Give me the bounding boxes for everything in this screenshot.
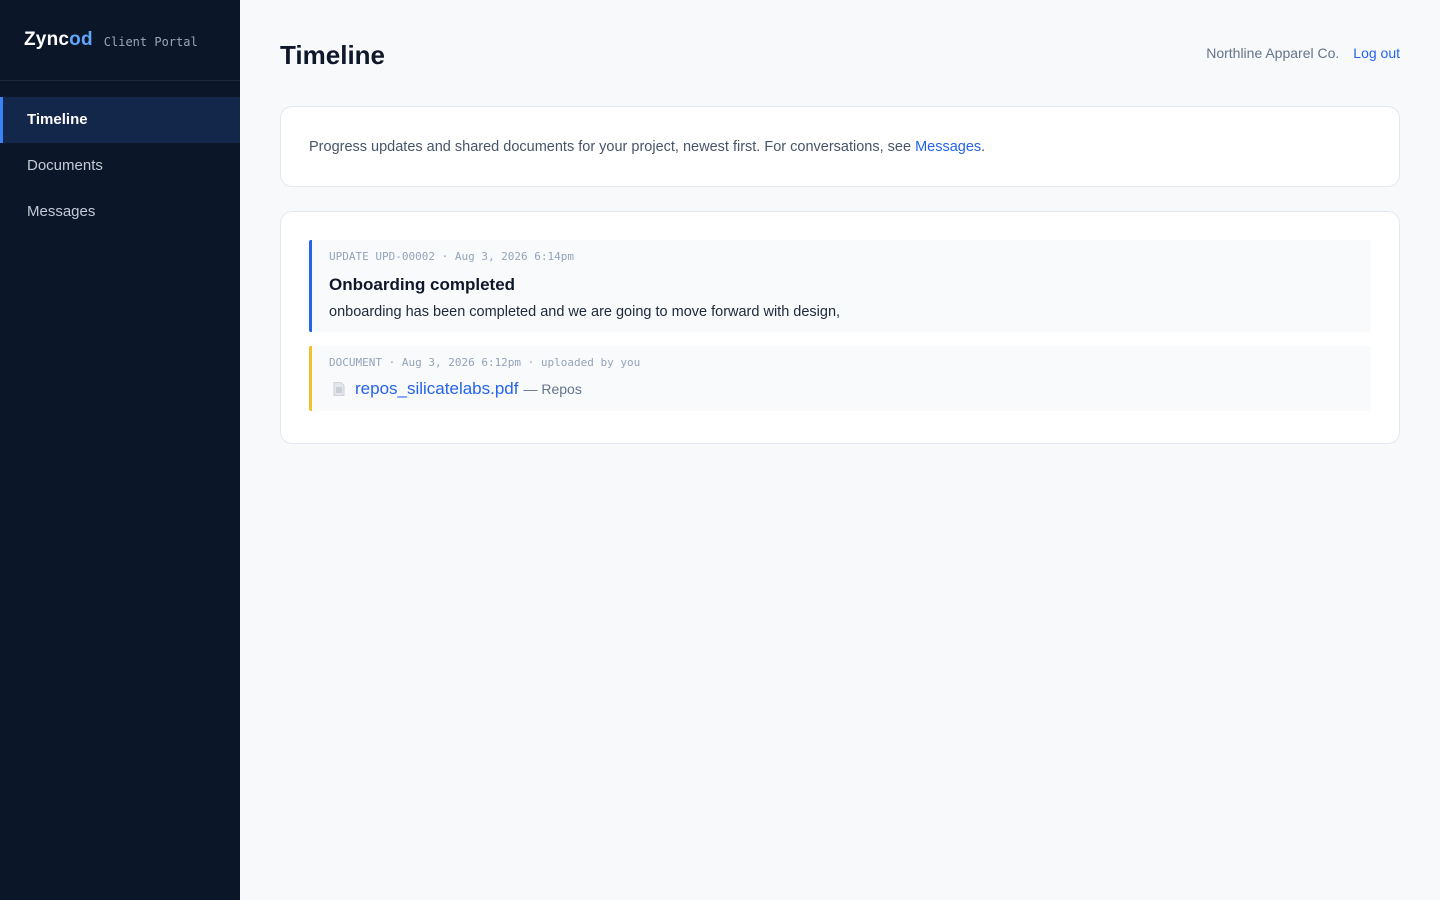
entry-meta: UPDATE UPD-00002 · Aug 3, 2026 6:14pm [329, 250, 575, 263]
page-title: Timeline [280, 40, 386, 70]
document-link[interactable]: repos_silicatelabs.pdf [355, 379, 518, 399]
sidebar-item-timeline[interactable]: Timeline [0, 97, 240, 143]
timeline-entry-update: UPDATE UPD-00002 · Aug 3, 2026 6:14pm On… [309, 240, 1371, 332]
sidebar-item-documents[interactable]: Documents [0, 143, 240, 189]
entry-body: onboarding has been completed and we are… [329, 304, 841, 320]
main-content: Timeline Northline Apparel Co. Log out P… [240, 0, 1440, 900]
document-folder: — Repos [523, 381, 582, 397]
timeline-entry-document: DOCUMENT · Aug 3, 2026 6:12pm · uploaded… [309, 346, 1371, 411]
intro-sentence: Progress updates and shared documents fo… [309, 138, 916, 155]
intro-suffix: . [981, 138, 986, 155]
sidebar-item-messages[interactable]: Messages [0, 189, 240, 235]
entry-title: Onboarding completed [329, 275, 516, 294]
brand-subtitle: Client Portal [103, 35, 198, 49]
brand: Zyncod Client Portal [0, 0, 240, 81]
intro-card: Progress updates and shared documents fo… [280, 106, 1400, 187]
brand-name-main: Zync [24, 29, 70, 50]
intro-text: Progress updates and shared documents fo… [309, 139, 985, 155]
logout-link[interactable]: Log out [1353, 45, 1400, 61]
sidebar-nav: Timeline Documents Messages [0, 97, 240, 235]
header-account: Northline Apparel Co. Log out [1206, 45, 1400, 61]
sidebar: Zyncod Client Portal Timeline Documents … [0, 0, 240, 900]
document-line: repos_silicatelabs.pdf — Repos [329, 379, 1353, 399]
brand-logo[interactable]: Zyncod [24, 29, 93, 51]
client-name: Northline Apparel Co. [1206, 45, 1340, 61]
entry-meta: DOCUMENT · Aug 3, 2026 6:12pm · uploaded… [329, 356, 641, 369]
timeline-feed: UPDATE UPD-00002 · Aug 3, 2026 6:14pm On… [280, 211, 1400, 444]
file-icon [333, 382, 345, 396]
brand-name-accent: od [69, 29, 93, 50]
messages-link[interactable]: Messages [915, 139, 981, 155]
